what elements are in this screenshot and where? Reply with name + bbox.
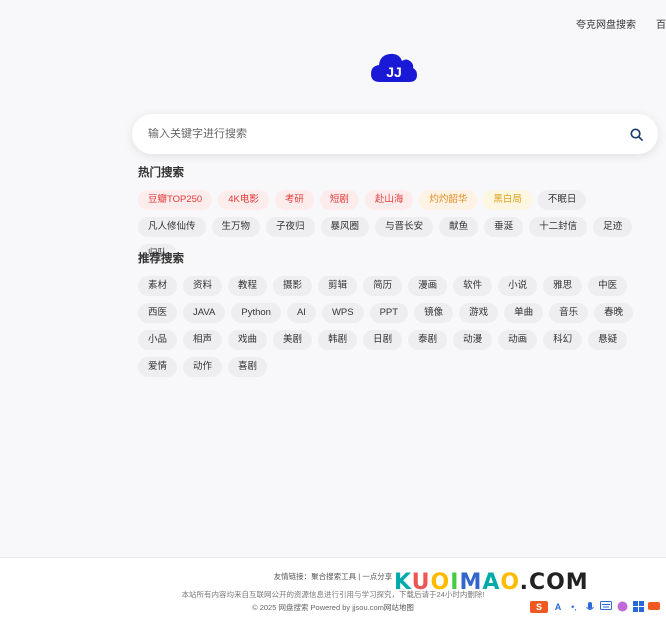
recommend-tag[interactable]: 摄影: [273, 276, 313, 296]
search-input[interactable]: [148, 128, 628, 140]
ime-tools-icon[interactable]: [648, 601, 660, 613]
watermark-letter: O: [430, 570, 451, 595]
ime-skin-icon[interactable]: [616, 601, 628, 613]
recommend-tag[interactable]: 雅思: [543, 276, 583, 296]
sitemap-link[interactable]: 网站地图: [384, 603, 414, 612]
recommend-tag[interactable]: 相声: [183, 330, 223, 350]
recommend-tag[interactable]: 音乐: [549, 303, 589, 323]
hot-tag[interactable]: 十二封信: [529, 217, 588, 237]
recommend-tag[interactable]: 爱情: [138, 357, 178, 377]
recommend-tag[interactable]: 韩剧: [318, 330, 358, 350]
hot-tag[interactable]: 黑白局: [483, 190, 532, 210]
recommend-tag[interactable]: 戏曲: [228, 330, 268, 350]
ime-logo-icon[interactable]: S: [530, 601, 548, 613]
recommend-tag[interactable]: 剪辑: [318, 276, 358, 296]
hot-tag[interactable]: 垂涎: [484, 217, 524, 237]
top-nav: 夸克网盘搜索 百: [576, 16, 666, 31]
hot-tag[interactable]: 短剧: [319, 190, 359, 210]
hot-search-title: 热门搜索: [138, 167, 184, 179]
watermark-letter: A: [482, 570, 501, 595]
friend-link-tools[interactable]: 聚合搜索工具: [311, 572, 356, 581]
recommend-tag[interactable]: 资料: [183, 276, 223, 296]
ime-grid-icon[interactable]: [632, 601, 644, 613]
recommend-tag[interactable]: 美剧: [273, 330, 313, 350]
recommend-search-tags: 素材 资料 教程 摄影 剪辑 简历 漫画 软件 小说 雅思 中医西医 JAVA Python AI WPS P…: [138, 276, 658, 377]
logo-text: JJ: [386, 64, 402, 80]
hot-tag[interactable]: 4K电影: [218, 190, 269, 210]
recommend-tag[interactable]: 喜剧: [228, 357, 268, 377]
recommend-tag[interactable]: 泰剧: [408, 330, 448, 350]
hot-tag[interactable]: 子夜归: [266, 217, 315, 237]
recommend-tag[interactable]: 动漫: [453, 330, 493, 350]
recommend-tag[interactable]: WPS: [321, 303, 364, 323]
hot-tag[interactable]: 豆瓣TOP250: [138, 190, 213, 210]
recommend-search-title: 推荐搜索: [138, 253, 184, 265]
hot-tag[interactable]: 足迹: [593, 217, 633, 237]
watermark-letter: M: [459, 570, 483, 595]
copyright-text: © 2025 网盘搜索 Powered by jjsou.com: [252, 603, 384, 612]
nav-link-quark-search[interactable]: 夸克网盘搜索: [576, 16, 636, 31]
recommend-tag[interactable]: 西医: [138, 303, 178, 323]
recommend-tag[interactable]: 春晚: [594, 303, 634, 323]
hot-tag[interactable]: 凡人修仙传: [138, 217, 206, 237]
search-bar: [132, 114, 658, 154]
recommend-tag[interactable]: 动画: [498, 330, 538, 350]
ime-toolbar: S A •,: [530, 601, 660, 613]
hot-tag[interactable]: 暴风圈: [320, 217, 370, 237]
watermark-letter: K: [394, 570, 412, 595]
recommend-tag[interactable]: 单曲: [504, 303, 544, 323]
recommend-tag[interactable]: 动作: [183, 357, 223, 377]
recommend-tag[interactable]: 游戏: [459, 303, 499, 323]
hot-tag[interactable]: 生万物: [211, 217, 261, 237]
watermark-letter: O: [500, 570, 520, 595]
search-icon[interactable]: [628, 126, 644, 142]
site-logo[interactable]: JJ: [370, 50, 418, 84]
ime-mode-icon[interactable]: A: [552, 601, 564, 613]
recommend-tag[interactable]: 教程: [228, 276, 268, 296]
recommend-tag[interactable]: AI: [286, 303, 316, 323]
ime-mic-icon[interactable]: [584, 601, 596, 613]
recommend-tag[interactable]: 小品: [138, 330, 178, 350]
hot-tag[interactable]: 考研: [274, 190, 314, 210]
recommend-tag[interactable]: 镜像: [414, 303, 454, 323]
watermark-letter: U: [411, 570, 431, 595]
friend-links-separator: |: [358, 572, 361, 581]
recommend-tag[interactable]: PPT: [369, 303, 409, 323]
hot-search-tags: 豆瓣TOP250 4K电影 考研 短剧 赴山海 灼灼韶华 黑白局 不眠日凡人修仙传 生万物 子夜归…: [138, 190, 658, 264]
recommend-tag[interactable]: Python: [231, 303, 281, 323]
recommend-tag[interactable]: 简历: [363, 276, 403, 296]
friend-link-share[interactable]: 一点分享: [362, 572, 392, 581]
watermark-suffix: .COM: [519, 570, 589, 595]
recommend-tag[interactable]: 中医: [588, 276, 628, 296]
hot-tag[interactable]: 与晋长安: [375, 217, 434, 237]
recommend-tag[interactable]: 小说: [498, 276, 538, 296]
recommend-tag[interactable]: 科幻: [543, 330, 583, 350]
hot-tag[interactable]: 灼灼韶华: [419, 190, 478, 210]
recommend-tag[interactable]: 悬疑: [588, 330, 628, 350]
recommend-tag[interactable]: 日剧: [363, 330, 403, 350]
friend-links-label: 友情链接：: [273, 572, 312, 581]
ime-keyboard-icon[interactable]: [600, 601, 612, 613]
recommend-tag[interactable]: 素材: [138, 276, 178, 296]
recommend-tag[interactable]: JAVA: [183, 303, 226, 323]
hot-tag[interactable]: 不眠日: [537, 190, 587, 210]
nav-link-baidu-search[interactable]: 百: [656, 16, 666, 31]
hot-tag[interactable]: 赴山海: [364, 190, 414, 210]
recommend-tag[interactable]: 漫画: [408, 276, 448, 296]
ime-punct-icon[interactable]: •,: [568, 601, 580, 613]
watermark-logo: KUOIMAO.COM: [394, 570, 589, 595]
recommend-tag[interactable]: 软件: [453, 276, 493, 296]
hot-tag[interactable]: 献鱼: [439, 217, 479, 237]
